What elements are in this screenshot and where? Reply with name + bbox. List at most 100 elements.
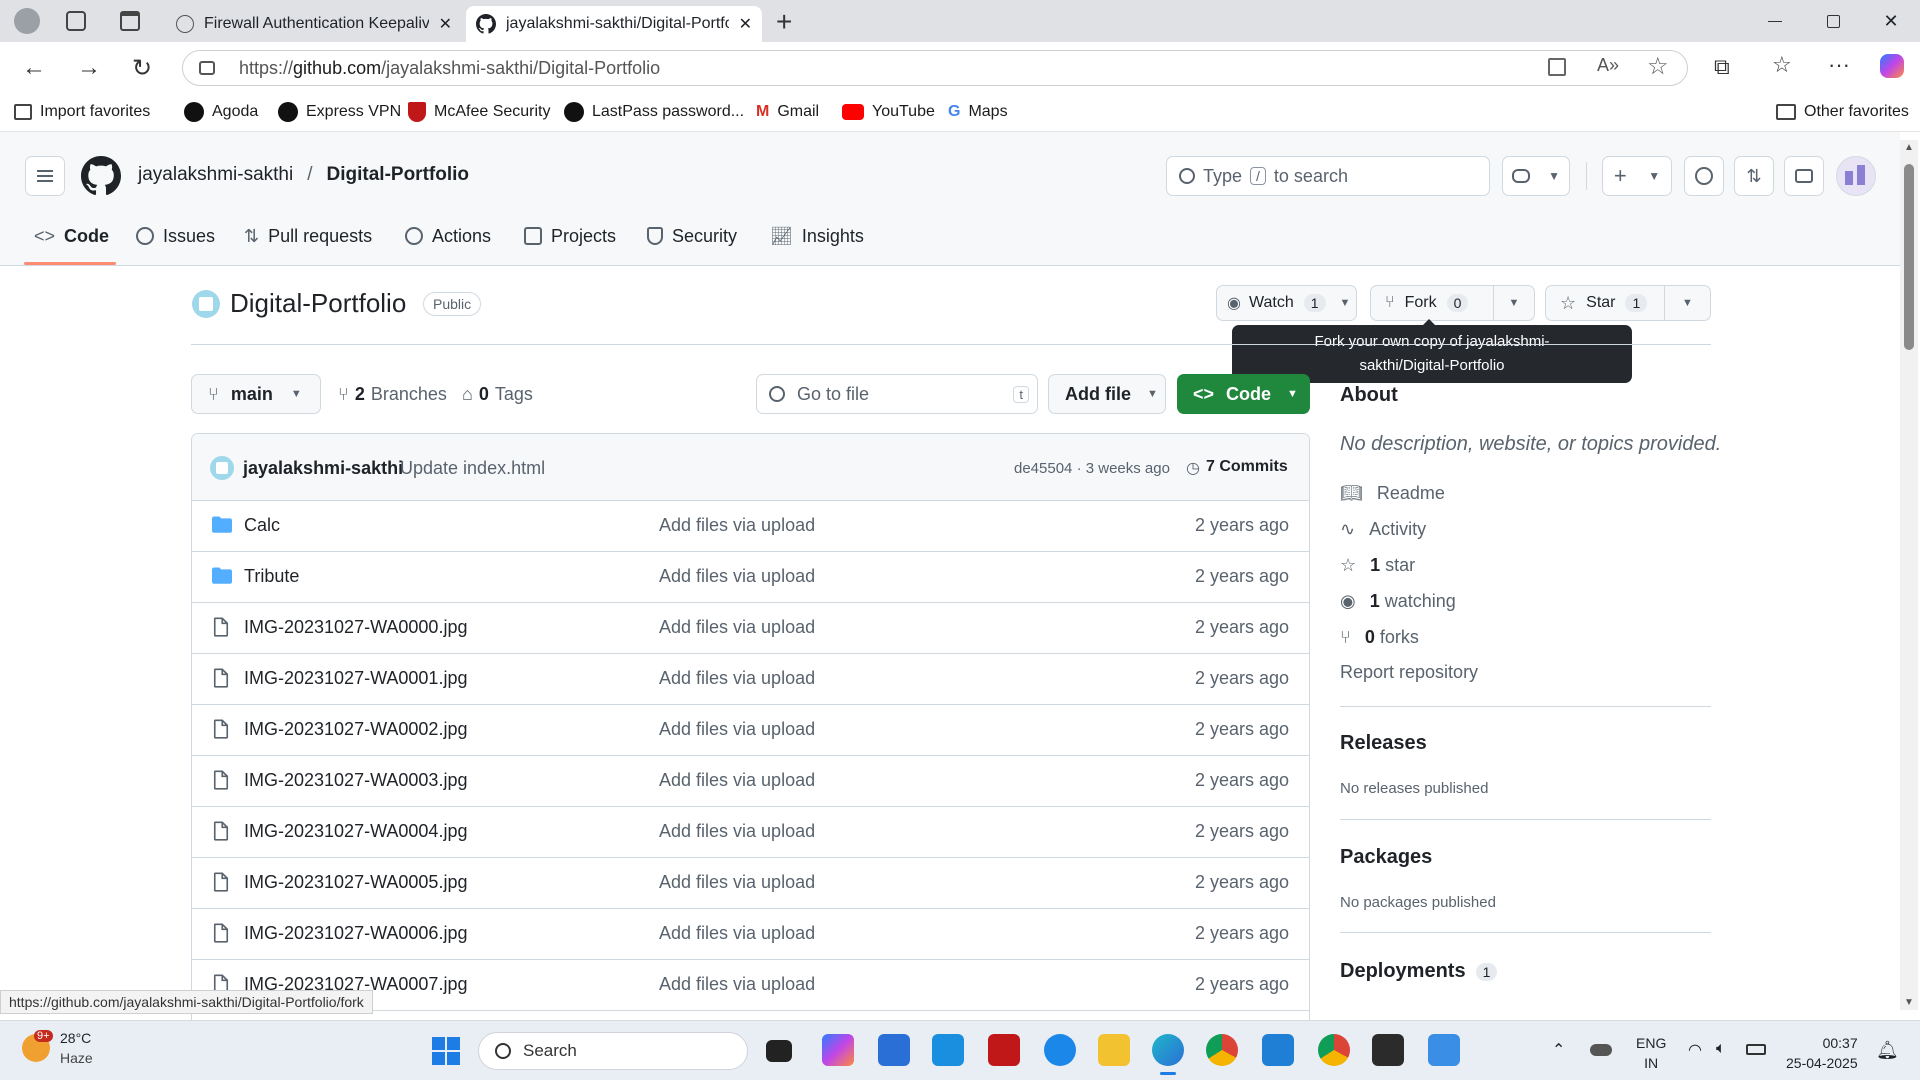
tab-digital-portfolio[interactable]: jayalakshmi-sakthi/Digital-Portfolio ✕ xyxy=(466,6,762,42)
close-tab-icon[interactable]: ✕ xyxy=(739,14,752,34)
commit-hash-time[interactable]: de45504 · 3 weeks ago xyxy=(1014,460,1170,477)
close-window-button[interactable]: ✕ xyxy=(1862,0,1920,42)
table-row[interactable]: IMG-20231027-WA0000.jpg Add files via upl… xyxy=(192,603,1309,654)
go-to-file-input[interactable]: Go to file t xyxy=(756,374,1038,414)
search-input[interactable]: Type / to search xyxy=(1166,156,1490,196)
edge-icon[interactable] xyxy=(1152,1034,1184,1066)
releases-heading[interactable]: Releases xyxy=(1340,732,1427,755)
restore-button[interactable] xyxy=(1804,0,1862,42)
copilot-button[interactable]: ▼ xyxy=(1502,156,1570,196)
watching-link[interactable]: ◉ 1 watching xyxy=(1340,588,1456,614)
weather-widget[interactable]: 9+ 28°C Haze xyxy=(22,1028,93,1068)
scroll-down-arrow[interactable]: ▼ xyxy=(1904,997,1914,1008)
commit-message[interactable]: Update index.html xyxy=(400,458,545,479)
commit-author-avatar[interactable] xyxy=(210,456,234,480)
file-commit-message[interactable]: Add files via upload xyxy=(659,821,815,842)
profile-icon[interactable] xyxy=(14,8,40,34)
breadcrumb-repo[interactable]: Digital-Portfolio xyxy=(327,164,469,186)
file-commit-message[interactable]: Add files via upload xyxy=(659,974,815,995)
table-row[interactable]: IMG-20231027-WA0001.jpg Add files via upl… xyxy=(192,654,1309,705)
tab-firewall[interactable]: Firewall Authentication Keepalive ✕ xyxy=(166,6,462,42)
file-commit-message[interactable]: Add files via upload xyxy=(659,515,815,536)
mcafee-app-icon[interactable] xyxy=(988,1034,1020,1066)
workspaces-icon[interactable] xyxy=(66,11,86,31)
fav-maps[interactable]: G Maps xyxy=(948,100,1008,124)
tab-security[interactable]: Security xyxy=(647,222,737,250)
create-new-button[interactable]: + ▼ xyxy=(1602,156,1672,196)
star-dropdown-button[interactable]: ▼ xyxy=(1664,285,1711,321)
file-name[interactable]: IMG-20231027-WA0000.jpg xyxy=(244,617,467,638)
forks-link[interactable]: ⑂ 0 forks xyxy=(1340,624,1419,650)
extensions-icon[interactable]: ⧉ xyxy=(1714,54,1730,80)
site-info-icon[interactable] xyxy=(199,61,215,75)
file-commit-message[interactable]: Add files via upload xyxy=(659,770,815,791)
file-name[interactable]: IMG-20231027-WA0005.jpg xyxy=(244,872,467,893)
tab-issues[interactable]: Issues xyxy=(136,222,215,250)
avatar[interactable] xyxy=(1836,156,1876,196)
table-row[interactable]: IMG-20231027-WA0003.jpg Add files via upl… xyxy=(192,756,1309,807)
table-row[interactable]: IMG-20231027-WA0006.jpg Add files via upl… xyxy=(192,909,1309,960)
tab-code[interactable]: <> Code xyxy=(34,222,109,250)
file-name[interactable]: IMG-20231027-WA0004.jpg xyxy=(244,821,467,842)
table-row[interactable]: IMG-20231027-WA0005.jpg Add files via upl… xyxy=(192,858,1309,909)
start-button[interactable] xyxy=(432,1037,460,1065)
deployments-heading[interactable]: Deployments 1 xyxy=(1340,960,1498,983)
tab-projects[interactable]: Projects xyxy=(524,222,616,250)
breadcrumb-owner[interactable]: jayalakshmi-sakthi xyxy=(138,164,293,186)
table-row[interactable]: Tribute Add files via upload 2 years ago xyxy=(192,552,1309,603)
readme-link[interactable]: 📖︎ Readme xyxy=(1340,480,1445,506)
read-aloud-icon[interactable]: A» xyxy=(1597,55,1619,76)
favorites-icon[interactable]: ☆ xyxy=(1772,52,1792,78)
star-button[interactable]: ☆ Star 1 xyxy=(1545,285,1665,321)
stars-link[interactable]: ☆ 1 star xyxy=(1340,552,1415,578)
battery-icon[interactable] xyxy=(1746,1044,1766,1055)
hp-app-icon[interactable] xyxy=(932,1034,964,1066)
tab-actions[interactable]: Actions xyxy=(405,222,491,250)
close-tab-icon[interactable]: ✕ xyxy=(439,14,452,34)
table-row[interactable]: Calc Add files via upload 2 years ago xyxy=(192,501,1309,552)
packages-heading[interactable]: Packages xyxy=(1340,846,1432,869)
fav-import[interactable]: Import favorites xyxy=(14,100,150,124)
branches-link[interactable]: ⑂ 2 Branches xyxy=(338,384,447,405)
back-button[interactable]: ← xyxy=(22,54,46,82)
chrome-profile-icon[interactable] xyxy=(1318,1034,1350,1066)
file-name[interactable]: IMG-20231027-WA0001.jpg xyxy=(244,668,467,689)
file-commit-message[interactable]: Add files via upload xyxy=(659,668,815,689)
language-indicator[interactable]: ENG IN xyxy=(1636,1033,1666,1073)
fav-lastpass[interactable]: LastPass password... xyxy=(564,100,744,124)
file-commit-message[interactable]: Add files via upload xyxy=(659,923,815,944)
pull-requests-button[interactable]: ⇅ xyxy=(1734,156,1774,196)
fav-youtube[interactable]: YouTube xyxy=(842,100,935,124)
page-scrollbar[interactable]: ▲ ▼ xyxy=(1900,140,1918,1010)
tab-pull-requests[interactable]: ⇅ Pull requests xyxy=(244,222,372,250)
vscode-icon[interactable] xyxy=(1262,1034,1294,1066)
github-logo-icon[interactable] xyxy=(81,156,121,196)
copilot-app-icon[interactable] xyxy=(822,1034,854,1066)
forward-button[interactable]: → xyxy=(77,54,101,82)
tab-actions-icon[interactable] xyxy=(120,11,140,31)
commits-link[interactable]: ◷ 7 Commits xyxy=(1186,458,1288,478)
clock[interactable]: 00:37 25-04-2025 xyxy=(1786,1033,1858,1073)
fav-mcafee[interactable]: McAfee Security xyxy=(408,100,550,124)
fav-other[interactable]: Other favorites xyxy=(1776,100,1909,124)
commit-author[interactable]: jayalakshmi-sakthi xyxy=(243,458,403,479)
store-icon[interactable] xyxy=(878,1034,910,1066)
minimize-button[interactable] xyxy=(1746,0,1804,42)
app-available-icon[interactable] xyxy=(1548,58,1566,76)
copilot-icon[interactable] xyxy=(1880,54,1904,78)
address-bar[interactable]: https://github.com/jayalakshmi-sakthi/Di… xyxy=(182,50,1688,86)
taskbar-search[interactable]: Search xyxy=(478,1032,748,1070)
more-menu-icon[interactable]: ··· xyxy=(1828,52,1850,78)
file-name[interactable]: IMG-20231027-WA0003.jpg xyxy=(244,770,467,791)
tab-insights[interactable]: 📈︎ Insights xyxy=(770,222,864,250)
file-name[interactable]: Tribute xyxy=(244,566,299,587)
file-name[interactable]: IMG-20231027-WA0002.jpg xyxy=(244,719,467,740)
fav-gmail[interactable]: M Gmail xyxy=(756,100,819,124)
branch-selector[interactable]: ⑂ main ▼ xyxy=(191,374,321,414)
fav-expressvpn[interactable]: Express VPN xyxy=(278,100,401,124)
wifi-icon[interactable]: ◠ xyxy=(1688,1040,1702,1060)
table-row[interactable]: IMG-20231027-WA0004.jpg Add files via upl… xyxy=(192,807,1309,858)
watch-button[interactable]: ◉ Watch 1 ▼ xyxy=(1216,285,1357,321)
scroll-up-arrow[interactable]: ▲ xyxy=(1904,142,1914,153)
file-explorer-icon[interactable] xyxy=(1098,1034,1130,1066)
